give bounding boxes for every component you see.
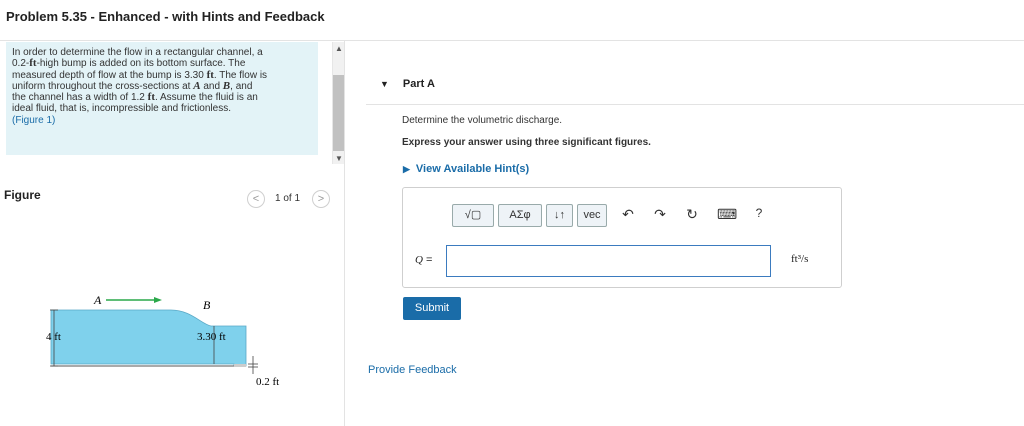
- problem-text: In order to determine the flow in a rect…: [12, 47, 263, 58]
- label-b: B: [203, 298, 211, 312]
- figure-link[interactable]: (Figure 1): [12, 115, 55, 126]
- column-divider: [344, 41, 345, 426]
- flow-arrowhead: [154, 297, 162, 303]
- problem-statement: In order to determine the flow in a rect…: [6, 42, 318, 155]
- equals-sign: =: [422, 254, 433, 266]
- figure-next-button[interactable]: >: [312, 190, 330, 208]
- help-icon[interactable]: ?: [751, 206, 767, 220]
- question-text: Determine the volumetric discharge.: [402, 115, 563, 126]
- channel-figure: A B 4 ft 3.30 ft 0.2 ft: [46, 293, 279, 388]
- unit-ft: ft: [206, 68, 214, 81]
- header-divider: [0, 40, 1024, 41]
- bump-shape: [234, 364, 246, 367]
- part-divider: [366, 104, 1024, 105]
- part-a-header[interactable]: ▼ Part A: [380, 78, 435, 90]
- sqrt-template-button[interactable]: √▢: [452, 204, 494, 227]
- problem-text: measured depth of flow at the bump is 3.…: [12, 69, 207, 81]
- bump-label: 0.2 ft: [256, 376, 279, 388]
- problem-text: 0.2-: [12, 58, 30, 70]
- expand-triangle-icon: ▶: [403, 164, 410, 174]
- var-a: A: [193, 79, 201, 92]
- bump-depth-label: 3.30 ft: [197, 331, 226, 343]
- figure-pager: 1 of 1: [275, 193, 301, 204]
- problem-title: Problem 5.35 - Enhanced - with Hints and…: [6, 9, 325, 24]
- problem-text: -high bump is added on its bottom surfac…: [36, 58, 246, 70]
- instruction-text: Express your answer using three signific…: [402, 137, 651, 148]
- answer-label: Q =: [415, 254, 432, 266]
- figure-prev-button[interactable]: <: [247, 190, 265, 208]
- unit-label: ft³/s: [791, 253, 809, 265]
- problem-text: uniform throughout the cross-sections at: [12, 80, 194, 92]
- problem-text: ideal fluid, that is, incompressible and…: [12, 103, 231, 115]
- keyboard-icon[interactable]: ⌨: [717, 206, 737, 223]
- figure-heading: Figure: [4, 188, 41, 202]
- subscript-superscript-button[interactable]: ↓↑: [546, 204, 573, 227]
- part-a-title: Part A: [402, 78, 435, 90]
- hint-label: View Available Hint(s): [415, 163, 530, 175]
- problem-text: and: [200, 80, 223, 92]
- provide-feedback-link[interactable]: Provide Feedback: [368, 364, 457, 376]
- answer-panel: √▢ ΑΣφ ↓↑ vec ↶ ↷ ↻ ⌨ ? Q = ft³/s: [402, 187, 842, 288]
- q-variable: Q: [415, 254, 423, 266]
- hints-link[interactable]: ▶ View Available Hint(s): [403, 163, 529, 175]
- redo-icon[interactable]: ↷: [652, 206, 668, 223]
- unit-ft: ft: [147, 91, 155, 104]
- answer-input[interactable]: [446, 245, 771, 277]
- unit-ft: ft: [29, 57, 37, 70]
- vector-button[interactable]: vec: [577, 204, 607, 227]
- problem-text: the channel has a width of 1.2: [12, 92, 148, 104]
- collapse-triangle-icon[interactable]: ▼: [380, 79, 389, 89]
- submit-button[interactable]: Submit: [403, 297, 461, 320]
- greek-symbols-button[interactable]: ΑΣφ: [498, 204, 542, 227]
- problem-text: , and: [230, 80, 253, 92]
- problem-text: . Assume the fluid is an: [154, 92, 258, 104]
- undo-icon[interactable]: ↶: [620, 206, 636, 223]
- reset-icon[interactable]: ↻: [684, 206, 700, 223]
- label-a: A: [93, 293, 102, 307]
- depth-label: 4 ft: [46, 331, 61, 343]
